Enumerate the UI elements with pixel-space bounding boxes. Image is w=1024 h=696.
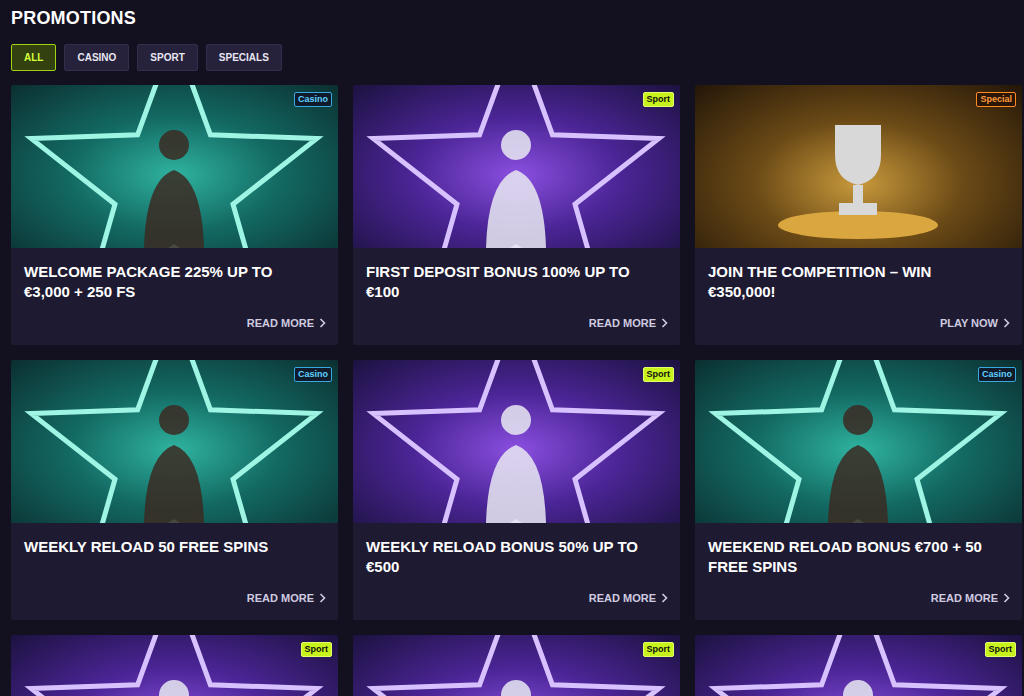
chevron-right-icon: [661, 593, 668, 603]
promotion-image[interactable]: Sport: [353, 360, 680, 523]
read-more-link[interactable]: READ MORE: [589, 590, 668, 607]
read-more-link[interactable]: READ MORE: [247, 590, 326, 607]
promotion-title: WEEKLY RELOAD BONUS 50% UP TO €500: [366, 537, 651, 577]
star-icon: [353, 360, 680, 523]
promotion-card[interactable]: Sport FIRST DEPOSIT BONUS 100% UP TO €100…: [353, 85, 680, 345]
filter-bar: ALL CASINO SPORT SPECIALS: [11, 44, 1022, 71]
category-badge: Casino: [294, 367, 332, 382]
promotion-card[interactable]: Sport: [353, 635, 680, 696]
star-icon: [353, 635, 680, 696]
promotion-image[interactable]: Casino: [695, 360, 1022, 523]
promotion-title: JOIN THE COMPETITION – WIN €350,000!: [708, 262, 993, 302]
star-icon: [11, 635, 338, 696]
promotion-title: WEEKLY RELOAD 50 FREE SPINS: [24, 537, 309, 557]
promotion-card[interactable]: Sport WEEKLY RELOAD BONUS 50% UP TO €500 R…: [353, 360, 680, 620]
category-badge: Special: [976, 92, 1016, 107]
promotion-image[interactable]: Sport: [11, 635, 338, 696]
promotion-card[interactable]: Casino WEEKEND RELOAD BONUS €700 + 50 FRE…: [695, 360, 1022, 620]
promotion-body: JOIN THE COMPETITION – WIN €350,000! PLAY…: [695, 248, 1022, 345]
chevron-right-icon: [1003, 318, 1010, 328]
chevron-right-icon: [661, 318, 668, 328]
promotion-body: FIRST DEPOSIT BONUS 100% UP TO €100 READ …: [353, 248, 680, 345]
promotion-title: WEEKEND RELOAD BONUS €700 + 50 FREE SPIN…: [708, 537, 993, 577]
promotion-card[interactable]: Sport: [11, 635, 338, 696]
promotion-image[interactable]: Casino: [11, 85, 338, 248]
star-icon: [695, 360, 1022, 523]
promotion-body: WELCOME PACKAGE 225% UP TO €3,000 + 250 …: [11, 248, 338, 345]
filter-button[interactable]: SPORT: [137, 44, 197, 71]
read-more-link[interactable]: READ MORE: [931, 590, 1010, 607]
chevron-right-icon: [1003, 593, 1010, 603]
category-badge: Sport: [985, 642, 1017, 657]
filter-button[interactable]: ALL: [11, 44, 56, 71]
category-badge: Sport: [643, 367, 675, 382]
promotion-title: FIRST DEPOSIT BONUS 100% UP TO €100: [366, 262, 651, 302]
category-badge: Casino: [978, 367, 1016, 382]
read-more-link[interactable]: PLAY NOW: [940, 315, 1010, 332]
promotion-body: WEEKLY RELOAD BONUS 50% UP TO €500 READ M…: [353, 523, 680, 620]
promotion-image[interactable]: Sport: [353, 635, 680, 696]
star-icon: [353, 85, 680, 248]
trophy-icon: [695, 85, 1022, 248]
promotion-image[interactable]: Special: [695, 85, 1022, 248]
page-title: PROMOTIONS: [11, 6, 1022, 30]
promotion-body: WEEKEND RELOAD BONUS €700 + 50 FREE SPIN…: [695, 523, 1022, 620]
star-icon: [11, 360, 338, 523]
promotion-body: WEEKLY RELOAD 50 FREE SPINS READ MORE: [11, 523, 338, 620]
promotion-grid: Casino WELCOME PACKAGE 225% UP TO €3,000 …: [11, 85, 1022, 696]
star-icon: [11, 85, 338, 248]
read-more-link[interactable]: READ MORE: [247, 315, 326, 332]
filter-button[interactable]: CASINO: [64, 44, 129, 71]
promotion-card[interactable]: Casino WEEKLY RELOAD 50 FREE SPINS READ MO…: [11, 360, 338, 620]
link-label: READ MORE: [247, 590, 314, 607]
category-badge: Sport: [643, 642, 675, 657]
star-icon: [695, 635, 1022, 696]
promotion-card[interactable]: Casino WELCOME PACKAGE 225% UP TO €3,000 …: [11, 85, 338, 345]
filter-button[interactable]: SPECIALS: [206, 44, 282, 71]
promotion-title: WELCOME PACKAGE 225% UP TO €3,000 + 250 …: [24, 262, 309, 302]
promotion-card[interactable]: Sport: [695, 635, 1022, 696]
promotion-image[interactable]: Sport: [695, 635, 1022, 696]
link-label: READ MORE: [247, 315, 314, 332]
link-label: READ MORE: [589, 590, 656, 607]
link-label: READ MORE: [589, 315, 656, 332]
link-label: PLAY NOW: [940, 315, 998, 332]
promotion-image[interactable]: Casino: [11, 360, 338, 523]
read-more-link[interactable]: READ MORE: [589, 315, 668, 332]
chevron-right-icon: [319, 318, 326, 328]
category-badge: Sport: [301, 642, 333, 657]
promotion-image[interactable]: Sport: [353, 85, 680, 248]
category-badge: Sport: [643, 92, 675, 107]
promotion-card[interactable]: Special JOIN THE COMPETITION – WIN €350,0…: [695, 85, 1022, 345]
chevron-right-icon: [319, 593, 326, 603]
link-label: READ MORE: [931, 590, 998, 607]
category-badge: Casino: [294, 92, 332, 107]
